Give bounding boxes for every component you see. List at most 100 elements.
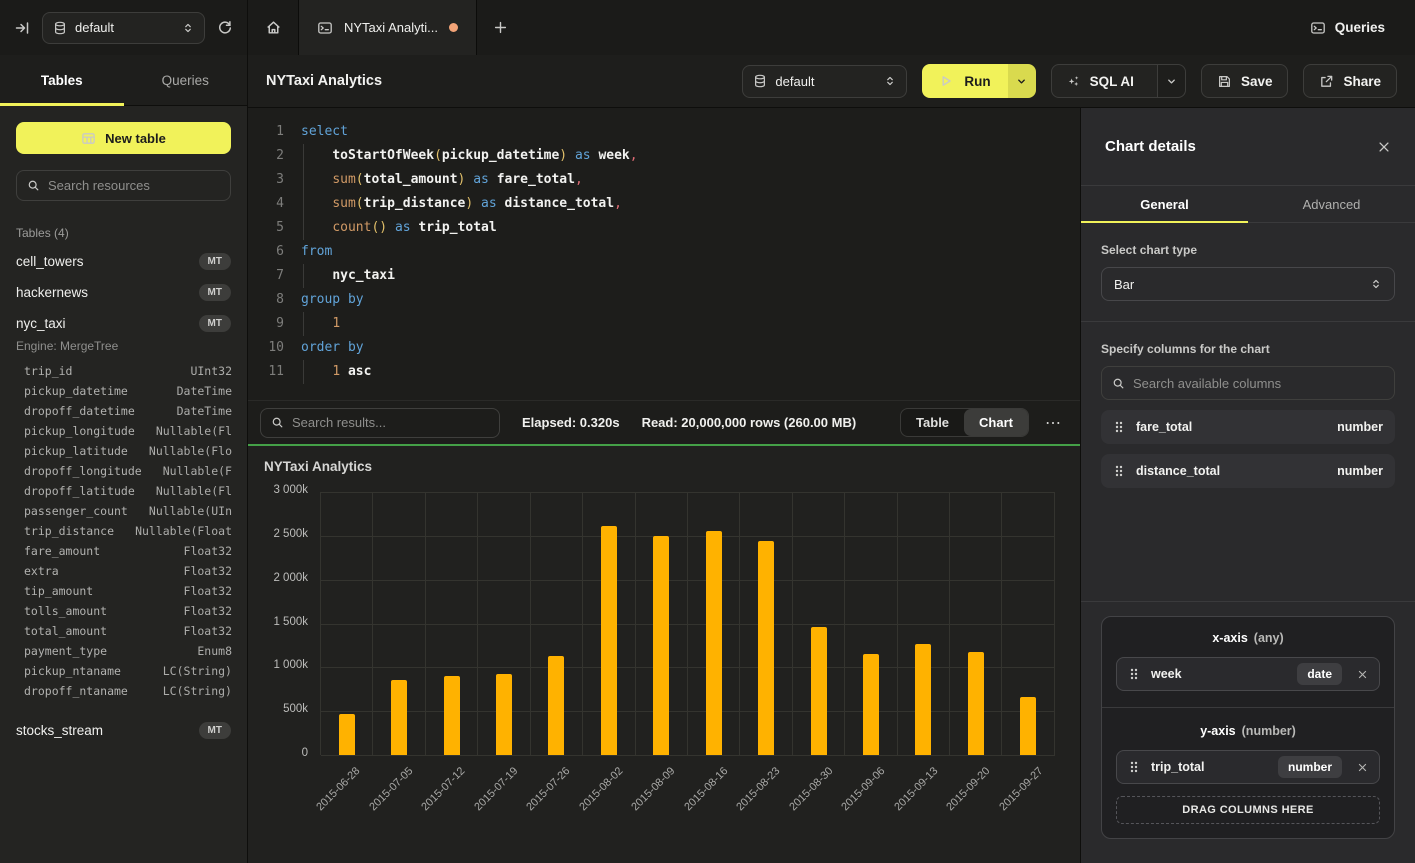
queries-console-icon — [1310, 20, 1326, 36]
toolbar-database-selector[interactable]: default — [742, 65, 907, 98]
table-row-nyc_taxi[interactable]: nyc_taxiMT — [0, 308, 247, 339]
new-tab-icon[interactable] — [477, 0, 525, 55]
new-table-label: New table — [105, 131, 166, 146]
app-window: default NYTaxi Analyti... — [0, 0, 1415, 863]
sidebar-tab-tables[interactable]: Tables — [0, 55, 124, 105]
refresh-icon[interactable] — [217, 20, 233, 36]
panel-tab-general[interactable]: General — [1081, 186, 1248, 222]
sidebar-tab-queries-label: Queries — [162, 73, 209, 88]
column-row: trip_idUInt32 — [0, 361, 247, 381]
search-icon — [27, 179, 40, 192]
y-tick-label: 500k — [248, 703, 308, 715]
remove-y-column-icon[interactable] — [1357, 762, 1368, 773]
database-selector[interactable]: default — [42, 12, 205, 44]
x-tick-label: 2015-08-02 — [577, 765, 625, 813]
run-options-chevron-icon[interactable] — [1008, 64, 1036, 98]
results-search-input[interactable] — [292, 415, 489, 430]
column-row: dropoff_datetimeDateTime — [0, 401, 247, 421]
x-axis-column-chip[interactable]: week date — [1116, 657, 1380, 691]
home-icon[interactable] — [248, 0, 298, 55]
query-column: 1select2 toStartOfWeek(pickup_datetime) … — [248, 108, 1080, 863]
x-tick-label: 2015-07-26 — [524, 765, 572, 813]
chart-type-select[interactable]: Bar — [1101, 267, 1395, 301]
column-name: payment_type — [24, 641, 107, 661]
drag-handle-icon[interactable] — [1113, 464, 1125, 478]
remove-x-column-icon[interactable] — [1357, 669, 1368, 680]
sidebar-tab-queries[interactable]: Queries — [124, 55, 248, 105]
columns-search-input[interactable] — [1133, 376, 1384, 391]
console-icon — [317, 20, 333, 36]
panel-tab-advanced[interactable]: Advanced — [1248, 186, 1415, 222]
column-type: Nullable(UIn — [149, 501, 232, 521]
bar-2015-09-27 — [1020, 697, 1036, 755]
panel-body: Select chart type Bar Specify columns fo… — [1081, 223, 1415, 508]
x-tick-label: 2015-09-13 — [892, 765, 940, 813]
chart-cell — [740, 492, 792, 755]
view-toggle-table[interactable]: Table — [901, 409, 964, 436]
code-text: 1 — [301, 312, 340, 336]
chart-cell — [793, 492, 845, 755]
column-row: trip_distanceNullable(Float — [0, 521, 247, 541]
line-number: 1 — [260, 120, 284, 144]
sql-editor[interactable]: 1select2 toStartOfWeek(pickup_datetime) … — [248, 108, 1080, 400]
results-search[interactable] — [260, 408, 500, 438]
available-column-name: fare_total — [1136, 420, 1192, 434]
bar-2015-07-12 — [444, 676, 460, 755]
view-toggle-chart[interactable]: Chart — [964, 409, 1028, 436]
save-button[interactable]: Save — [1201, 64, 1289, 98]
table-row-hackernews[interactable]: hackernewsMT — [0, 277, 247, 308]
drag-handle-icon[interactable] — [1128, 667, 1140, 681]
columns-label: Specify columns for the chart — [1101, 342, 1395, 356]
column-row: pickup_latitudeNullable(Flo — [0, 441, 247, 461]
sparkles-icon — [1066, 74, 1081, 89]
tab-title: NYTaxi Analyti... — [344, 20, 438, 35]
sidebar-search-input[interactable] — [48, 178, 220, 193]
x-axis-heading: x-axis (any) — [1116, 631, 1380, 645]
drag-handle-icon[interactable] — [1128, 760, 1140, 774]
y-tick-label: 2 000k — [248, 572, 308, 584]
x-axis-column-type-badge: date — [1297, 663, 1342, 685]
table-row-stocks_stream[interactable]: stocks_streamMT — [0, 715, 247, 746]
share-button[interactable]: Share — [1303, 64, 1397, 98]
x-axis-hint: (any) — [1254, 631, 1284, 645]
column-type: Float32 — [184, 621, 232, 641]
indent-guide — [303, 360, 304, 384]
panel-title: Chart details — [1105, 138, 1196, 155]
table-row-cell_towers[interactable]: cell_towersMT — [0, 246, 247, 277]
column-row: total_amount Float32 — [0, 621, 247, 641]
x-axis-label: x-axis — [1212, 631, 1247, 645]
new-table-button[interactable]: New table — [16, 122, 231, 154]
available-column-distance_total[interactable]: distance_totalnumber — [1101, 454, 1395, 488]
y-axis-column-chip[interactable]: trip_total number — [1116, 750, 1380, 784]
columns-search[interactable] — [1101, 366, 1395, 400]
tab-nytaxi-analytics[interactable]: NYTaxi Analyti... — [298, 0, 477, 55]
read-stat: Read: 20,000,000 rows (260.00 MB) — [642, 415, 857, 430]
line-number: 8 — [260, 288, 284, 312]
line-number: 5 — [260, 216, 284, 240]
run-button[interactable]: Run — [922, 64, 1035, 98]
sql-ai-button[interactable]: SQL AI — [1051, 64, 1186, 98]
engine-badge: MT — [199, 722, 231, 739]
updown-chevron-icon — [884, 75, 896, 87]
column-name: dropoff_longitude — [24, 461, 142, 481]
collapse-sidebar-icon[interactable] — [14, 20, 30, 36]
drag-handle-icon[interactable] — [1113, 420, 1125, 434]
search-icon — [1112, 377, 1125, 390]
available-column-fare_total[interactable]: fare_totalnumber — [1101, 410, 1395, 444]
more-options-icon[interactable]: ⋯ — [1039, 413, 1068, 433]
sidebar-search[interactable] — [16, 170, 231, 201]
line-number: 10 — [260, 336, 284, 360]
indent-guide — [303, 312, 304, 336]
column-row: passenger_countNullable(UIn — [0, 501, 247, 521]
column-name: extra — [24, 561, 59, 581]
run-label: Run — [964, 74, 990, 89]
close-icon[interactable] — [1377, 140, 1391, 154]
sql-ai-label: SQL AI — [1090, 74, 1134, 89]
column-name: total_amount — [24, 621, 107, 641]
results-view-controls: Table Chart ⋯ — [900, 408, 1068, 437]
sql-ai-chevron-icon[interactable] — [1157, 65, 1185, 97]
queries-button[interactable]: Queries — [1310, 0, 1415, 55]
bar-2015-09-06 — [863, 654, 879, 755]
drag-columns-dropzone[interactable]: DRAG COLUMNS HERE — [1116, 796, 1380, 824]
share-label: Share — [1343, 74, 1381, 89]
